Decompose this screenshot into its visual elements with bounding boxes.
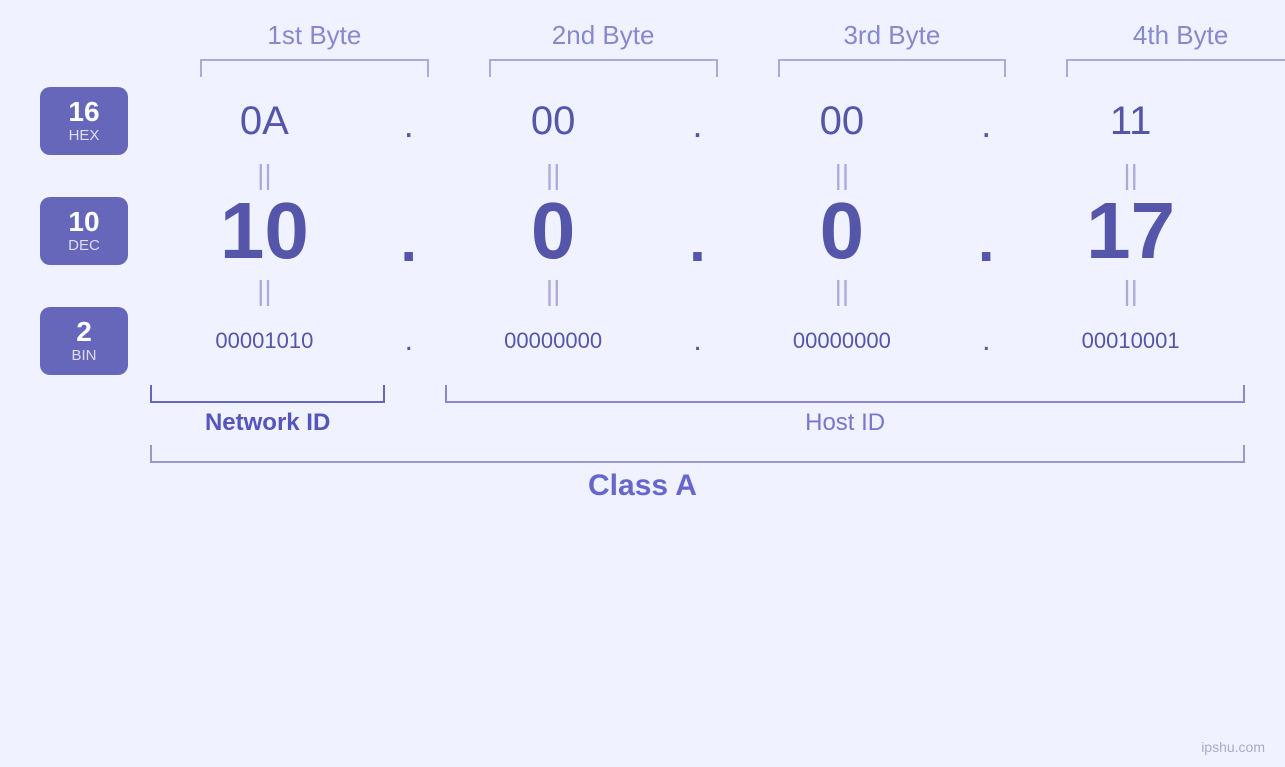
network-id-label: Network ID [205, 409, 330, 437]
bin-base-num: 2 [76, 317, 92, 348]
dec-base-num: 10 [68, 207, 99, 238]
eq2-b1: || [150, 277, 379, 305]
eq1-b4: || [1016, 161, 1245, 189]
hex-base-label: HEX [69, 128, 100, 145]
byte4-header: 4th Byte [1066, 20, 1285, 51]
hex-b3: 00 [728, 99, 957, 144]
bin-b1: 00001010 [150, 328, 379, 354]
dec-row: 10 DEC 10 . 0 . 0 . 17 [40, 191, 1245, 271]
bin-b4: 00010001 [1016, 328, 1245, 354]
eq1-b3: || [728, 161, 957, 189]
bin-dot1: . [379, 326, 439, 356]
hex-dot2: . [668, 107, 728, 143]
bin-row: 2 BIN 00001010 . 00000000 . 00000000 . 0… [40, 307, 1245, 375]
bin-dot3: . [956, 326, 1016, 356]
equals-row-2: || || || || [40, 277, 1245, 305]
hex-badge: 16 HEX [40, 87, 128, 155]
byte2-header: 2nd Byte [489, 20, 718, 51]
eq1-b1: || [150, 161, 379, 189]
hex-dot1: . [379, 107, 439, 143]
dec-dot1: . [379, 217, 439, 265]
dec-b1: 10 [150, 191, 379, 271]
hex-base-num: 16 [68, 97, 99, 128]
bin-b3: 00000000 [728, 328, 957, 354]
byte3-bracket [778, 59, 1007, 77]
hex-b1: 0A [150, 99, 379, 144]
class-bracket [150, 445, 1245, 463]
dec-b2: 0 [439, 191, 668, 271]
watermark: ipshu.com [1201, 739, 1265, 755]
bin-dot2: . [668, 326, 728, 356]
hex-b2: 00 [439, 99, 668, 144]
eq1-b2: || [439, 161, 668, 189]
class-label: Class A [588, 469, 697, 503]
eq2-b3: || [728, 277, 957, 305]
dec-b4: 17 [1016, 191, 1245, 271]
dec-b3: 0 [728, 191, 957, 271]
bin-badge: 2 BIN [40, 307, 128, 375]
eq2-b2: || [439, 277, 668, 305]
byte1-bracket [200, 59, 429, 77]
hex-dot3: . [956, 107, 1016, 143]
byte1-header: 1st Byte [200, 20, 429, 51]
dec-dot3: . [956, 217, 1016, 265]
byte2-bracket [489, 59, 718, 77]
equals-row-1: || || || || [40, 161, 1245, 189]
eq2-b4: || [1016, 277, 1245, 305]
host-id-label: Host ID [805, 409, 885, 437]
bin-b2: 00000000 [439, 328, 668, 354]
host-bracket [445, 385, 1245, 403]
dec-badge: 10 DEC [40, 197, 128, 265]
network-bracket [150, 385, 385, 403]
dec-dot2: . [668, 217, 728, 265]
dec-base-label: DEC [68, 238, 100, 255]
hex-b4: 11 [1016, 99, 1245, 144]
hex-row: 16 HEX 0A . 00 . 00 . 11 [40, 87, 1245, 155]
byte3-header: 3rd Byte [778, 20, 1007, 51]
bin-base-label: BIN [71, 348, 96, 365]
byte4-bracket [1066, 59, 1285, 77]
